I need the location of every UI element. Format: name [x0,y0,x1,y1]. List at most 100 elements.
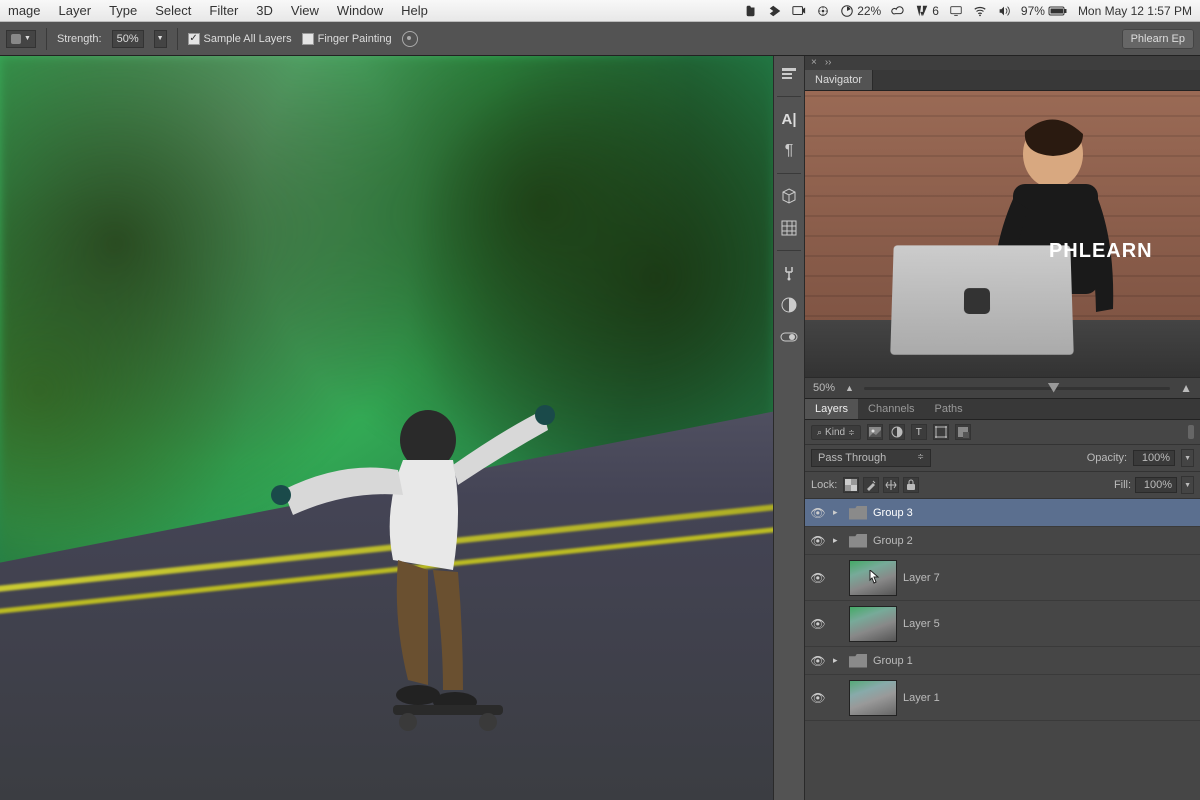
strength-label: Strength: [57,33,102,45]
layer-thumbnail[interactable] [849,560,897,596]
document-tab[interactable]: Phlearn Ep [1122,29,1194,49]
panel-icon-connect[interactable] [777,261,801,285]
panel-icon-3d[interactable] [777,184,801,208]
layer-name-label[interactable]: Layer 1 [903,692,940,704]
tool-preset-dropdown[interactable]: ▼ [6,30,36,48]
visibility-toggle-icon[interactable]: 👁 [809,571,827,585]
pressure-target-icon[interactable] [402,31,418,47]
visibility-toggle-icon[interactable]: 👁 [809,506,827,520]
lock-all-icon[interactable] [903,477,919,493]
layer-name-label[interactable]: Group 3 [873,507,913,519]
visibility-toggle-icon[interactable]: 👁 [809,617,827,631]
strength-dropdown-toggle[interactable]: ▼ [154,30,167,48]
collapsed-panel-strip: A| ¶ [773,56,805,800]
visibility-toggle-icon[interactable]: 👁 [809,691,827,705]
visibility-toggle-icon[interactable]: 👁 [809,534,827,548]
checkbox-unchecked-icon [302,33,314,45]
adobe-apps-icon[interactable]: 6 [915,4,939,18]
filter-shape-icon[interactable] [933,424,949,440]
tab-navigator[interactable]: Navigator [805,70,873,90]
tab-paths[interactable]: Paths [925,399,973,419]
layer-name-label[interactable]: Layer 5 [903,618,940,630]
lock-pixels-icon[interactable] [863,477,879,493]
display-icon[interactable] [949,4,963,18]
panel-icon-character[interactable]: A| [777,107,801,131]
tab-channels[interactable]: Channels [858,399,924,419]
finger-painting-checkbox[interactable]: Finger Painting [302,33,392,45]
layer-row-group3[interactable]: 👁 ▸ Group 3 [805,499,1200,527]
filter-pixel-icon[interactable] [867,424,883,440]
disclosure-triangle-icon[interactable]: ▸ [833,535,843,546]
cpu-icon[interactable]: 22% [840,4,881,18]
panel-icon-grid[interactable] [777,216,801,240]
document-canvas[interactable] [0,56,773,800]
panel-close-icon[interactable]: × [811,57,817,69]
layer-thumbnail[interactable] [849,606,897,642]
menu-image[interactable]: mage [8,3,41,18]
evernote-icon[interactable] [744,4,758,18]
zoom-in-icon[interactable]: ▲ [1180,381,1192,395]
panel-icon-properties[interactable] [777,62,801,86]
layer-row-group2[interactable]: 👁 ▸ Group 2 [805,527,1200,555]
filter-kind-dropdown[interactable]: ⌕Kind≑ [811,425,861,440]
fill-input[interactable]: 100% [1135,477,1177,493]
layer-row-layer1[interactable]: 👁 ▸ Layer 1 [805,675,1200,721]
laptop-prop [890,245,1074,354]
menu-3d[interactable]: 3D [256,3,273,18]
filter-adjustment-icon[interactable] [889,424,905,440]
navigator-zoom-value[interactable]: 50% [813,382,835,394]
opacity-label: Opacity: [1087,452,1127,464]
disclosure-triangle-icon[interactable]: ▸ [833,655,843,666]
filter-smartobject-icon[interactable] [955,424,971,440]
filter-type-icon[interactable]: T [911,424,927,440]
blend-mode-dropdown[interactable]: Pass Through≑ [811,449,931,467]
layer-thumbnail[interactable] [849,680,897,716]
strength-value-input[interactable]: 50% [112,30,144,48]
mac-status-area: 22% 6 97% Mon May 12 1:57 PM [744,4,1192,18]
menu-help[interactable]: Help [401,3,428,18]
canvas-image-content [0,56,773,800]
skater-figure [263,360,563,740]
filter-toggle-switch[interactable] [1188,425,1194,439]
layer-name-label[interactable]: Group 2 [873,535,913,547]
menu-window[interactable]: Window [337,3,383,18]
panel-icon-adjustment[interactable] [777,293,801,317]
layer-row-layer5[interactable]: 👁 ▸ Layer 5 [805,601,1200,647]
opacity-input[interactable]: 100% [1133,450,1175,466]
options-bar: ▼ Strength: 50% ▼ ✓Sample All Layers Fin… [0,22,1200,56]
clock[interactable]: Mon May 12 1:57 PM [1078,4,1192,18]
volume-icon[interactable] [997,4,1011,18]
checkbox-checked-icon: ✓ [188,33,200,45]
visibility-toggle-icon[interactable]: 👁 [809,654,827,668]
opacity-dropdown-toggle[interactable]: ▼ [1181,449,1194,467]
lock-position-icon[interactable] [883,477,899,493]
battery-icon[interactable]: 97% [1021,4,1068,18]
wifi-icon[interactable] [973,4,987,18]
fill-dropdown-toggle[interactable]: ▼ [1181,476,1194,494]
menu-select[interactable]: Select [155,3,191,18]
menu-type[interactable]: Type [109,3,137,18]
folder-icon [849,506,867,520]
navigator-preview[interactable]: PHLEARN [805,91,1200,377]
layer-row-layer7[interactable]: 👁 ▸ Layer 7 [805,555,1200,601]
dropbox-icon[interactable] [768,4,782,18]
panel-icon-toggle[interactable] [777,325,801,349]
panel-collapse-icon[interactable]: ›› [825,57,832,69]
disclosure-triangle-icon[interactable]: ▸ [833,507,843,518]
panel-icon-paragraph[interactable]: ¶ [777,139,801,163]
creative-cloud-icon[interactable] [891,4,905,18]
layer-name-label[interactable]: Layer 7 [903,572,940,584]
activity-icon[interactable] [816,4,830,18]
menu-filter[interactable]: Filter [209,3,238,18]
layer-name-label[interactable]: Group 1 [873,655,913,667]
screen-record-icon[interactable] [792,4,806,18]
tab-layers[interactable]: Layers [805,399,858,419]
navigator-zoom-slider[interactable] [864,387,1170,390]
layer-row-group1[interactable]: 👁 ▸ Group 1 [805,647,1200,675]
mac-menubar: mage Layer Type Select Filter 3D View Wi… [0,0,1200,22]
zoom-out-icon[interactable]: ▲ [845,383,854,393]
sample-all-layers-checkbox[interactable]: ✓Sample All Layers [188,33,292,45]
menu-layer[interactable]: Layer [59,3,92,18]
lock-transparency-icon[interactable] [843,477,859,493]
menu-view[interactable]: View [291,3,319,18]
